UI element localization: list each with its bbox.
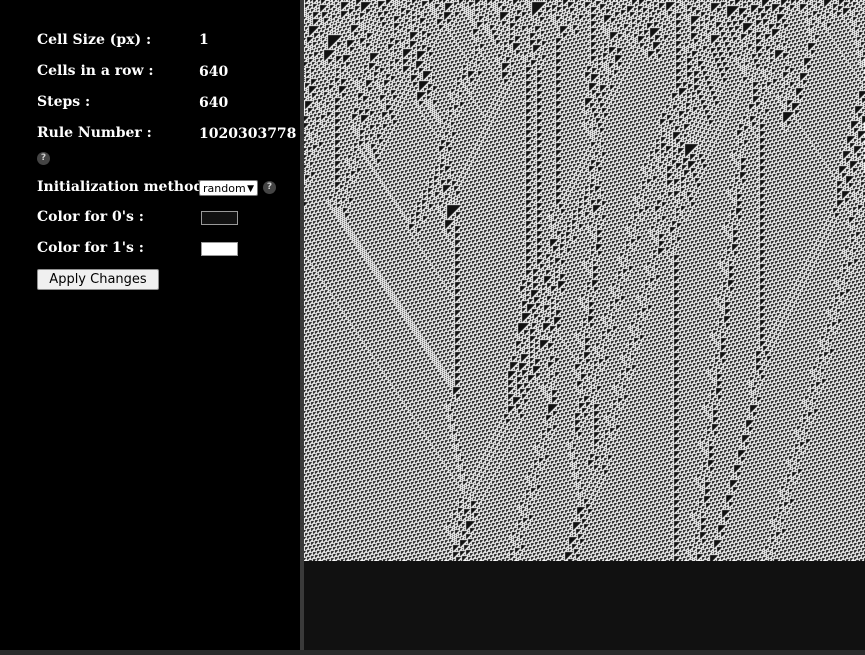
init-help-icon[interactable]: ? [263,181,276,194]
init-method-label: Initialization method : [37,179,214,195]
cells-in-row-value[interactable]: 640 [199,63,228,81]
color-zero-label: Color for 0's : [37,209,144,225]
automaton-canvas [304,0,865,561]
chevron-down-icon: ▼ [247,184,254,194]
rule-number-value[interactable]: 1020303778 [199,125,296,143]
rule-number-label: Rule Number : [37,125,152,141]
settings-panel: Cell Size (px) : 1 Cells in a row : 640 … [0,0,300,650]
steps-value[interactable]: 640 [199,94,228,112]
cell-size-value[interactable]: 1 [199,31,209,49]
apply-changes-button[interactable]: Apply Changes [37,269,159,290]
color-one-picker[interactable] [201,242,238,256]
cells-in-row-label: Cells in a row : [37,63,154,79]
color-zero-picker[interactable] [201,211,238,225]
init-method-select[interactable]: random ▼ [199,180,258,196]
rule-help-icon[interactable]: ? [37,152,50,165]
steps-label: Steps : [37,94,91,110]
cell-size-label: Cell Size (px) : [37,32,152,48]
init-method-selected: random [203,182,246,195]
color-one-label: Color for 1's : [37,240,144,256]
horizontal-scrollbar[interactable] [0,650,865,655]
